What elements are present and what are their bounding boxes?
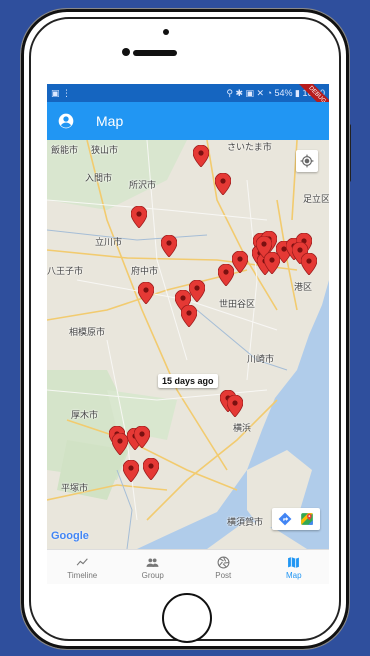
place-label: 足立区 bbox=[303, 194, 329, 204]
place-label: 厚木市 bbox=[71, 410, 99, 420]
place-label: 相模原市 bbox=[69, 327, 106, 337]
home-button[interactable] bbox=[162, 593, 212, 643]
map-marker-pin[interactable] bbox=[232, 251, 248, 273]
google-attribution: Google bbox=[51, 530, 89, 542]
map-marker-pin[interactable] bbox=[131, 206, 147, 228]
nav-label: Map bbox=[285, 570, 302, 580]
map-marker-pin[interactable] bbox=[264, 252, 280, 274]
proximity-sensor bbox=[163, 29, 169, 35]
nav-post[interactable]: Post bbox=[188, 550, 259, 584]
earpiece-speaker bbox=[133, 50, 177, 56]
map-icon bbox=[288, 556, 300, 568]
marker-info-window[interactable]: 15 days ago bbox=[158, 374, 218, 388]
app-screen: ▣ ⋮ ⚲ ✱ ▣ ✕ ◔ 54% ▮ 16:00 DEBUG Map 飯能市 … bbox=[47, 84, 329, 584]
map-marker-pin[interactable] bbox=[138, 282, 154, 304]
nav-label: Group bbox=[141, 570, 164, 580]
place-label: 横浜 bbox=[233, 423, 252, 433]
place-label: 立川市 bbox=[95, 237, 123, 247]
group-icon bbox=[146, 557, 159, 567]
notification-icons: ▣ ⋮ bbox=[51, 87, 72, 98]
map-marker-pin[interactable] bbox=[218, 264, 234, 286]
map-marker-pin[interactable] bbox=[134, 426, 150, 448]
place-label: 府中市 bbox=[131, 266, 159, 276]
my-location-button[interactable] bbox=[296, 150, 318, 172]
place-label: 入間市 bbox=[85, 173, 113, 183]
app-bar: Map bbox=[47, 102, 329, 140]
bottom-navigation: Timeline Group Post Map bbox=[47, 549, 329, 584]
map-base-layer bbox=[47, 140, 329, 549]
google-maps-icon[interactable] bbox=[300, 512, 314, 526]
map-marker-pin[interactable] bbox=[181, 305, 197, 327]
map-view[interactable]: 飯能市 狭山市 さいたま市 入間市 所沢市 足立区 立川市 府中市 八王子市 世… bbox=[47, 140, 329, 549]
camera-aperture-icon bbox=[217, 556, 230, 568]
place-label: 飯能市 bbox=[51, 145, 79, 155]
my-location-icon bbox=[300, 154, 314, 168]
map-marker-pin[interactable] bbox=[112, 433, 128, 455]
map-marker-pin[interactable] bbox=[161, 235, 177, 257]
place-label: 八王子市 bbox=[47, 266, 84, 276]
place-label: 世田谷区 bbox=[219, 299, 256, 309]
map-marker-pin[interactable] bbox=[227, 395, 243, 417]
place-label: 港区 bbox=[294, 282, 313, 292]
nav-label: Post bbox=[215, 570, 232, 580]
place-label: 所沢市 bbox=[129, 180, 157, 190]
status-bar: ▣ ⋮ ⚲ ✱ ▣ ✕ ◔ 54% ▮ 16:00 bbox=[47, 84, 329, 102]
timeline-icon bbox=[76, 557, 88, 566]
map-marker-pin[interactable] bbox=[123, 460, 139, 482]
nav-group[interactable]: Group bbox=[118, 550, 189, 584]
nav-timeline[interactable]: Timeline bbox=[47, 550, 118, 584]
map-marker-pin[interactable] bbox=[189, 280, 205, 302]
map-marker-pin[interactable] bbox=[301, 253, 317, 275]
directions-icon[interactable] bbox=[278, 512, 292, 526]
nav-label: Timeline bbox=[67, 570, 98, 580]
map-marker-pin[interactable] bbox=[143, 458, 159, 480]
map-toolbar bbox=[272, 508, 320, 530]
place-label: 横須賀市 bbox=[227, 517, 264, 527]
map-marker-pin[interactable] bbox=[193, 145, 209, 167]
place-label: 平塚市 bbox=[61, 483, 89, 493]
place-label: さいたま市 bbox=[227, 142, 272, 152]
account-circle-icon[interactable] bbox=[58, 113, 74, 129]
app-bar-title: Map bbox=[96, 113, 124, 129]
place-label: 川崎市 bbox=[247, 354, 275, 364]
place-label: 狭山市 bbox=[91, 145, 119, 155]
front-camera bbox=[122, 48, 130, 56]
map-marker-pin[interactable] bbox=[215, 173, 231, 195]
nav-map[interactable]: Map bbox=[259, 550, 330, 584]
